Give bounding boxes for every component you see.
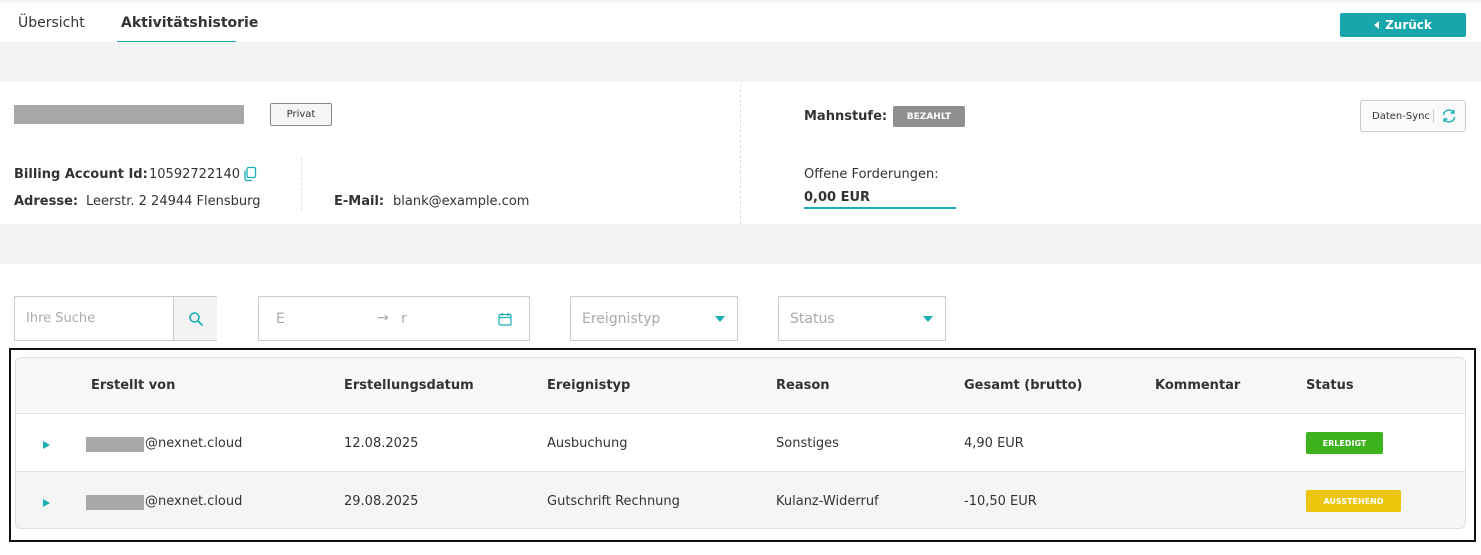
status-badge: AUSSTEHEND bbox=[1306, 490, 1401, 512]
date-cell: 12.08.2025 bbox=[344, 436, 419, 451]
column-header-total[interactable]: Gesamt (brutto) bbox=[964, 378, 1083, 393]
table-row[interactable]: @nexnet.cloud 29.08.2025 Gutschrift Rech… bbox=[16, 472, 1465, 528]
date-range-picker[interactable]: E → r bbox=[258, 296, 530, 341]
chevron-down-icon bbox=[923, 316, 933, 322]
back-button-label: Zurück bbox=[1385, 18, 1432, 32]
caret-left-icon bbox=[1374, 21, 1380, 29]
event-type-placeholder: Ereignistyp bbox=[582, 311, 661, 327]
date-end-placeholder: r bbox=[401, 311, 407, 327]
mahnstufe-label: Mahnstufe: bbox=[804, 109, 888, 124]
divider bbox=[740, 84, 741, 224]
divider bbox=[301, 158, 302, 210]
total-cell: -10,50 EUR bbox=[964, 494, 1037, 509]
section-spacer bbox=[0, 224, 1481, 264]
column-header-reason[interactable]: Reason bbox=[776, 378, 830, 393]
billing-id-value: 10592722140 bbox=[149, 167, 240, 182]
tab-activity-history[interactable]: Aktivitätshistorie bbox=[121, 15, 258, 31]
reason-cell: Kulanz-Widerruf bbox=[776, 494, 879, 509]
search-button[interactable] bbox=[173, 297, 217, 340]
search-field bbox=[14, 296, 217, 341]
column-header-comment[interactable]: Kommentar bbox=[1155, 378, 1240, 393]
column-header-created-by[interactable]: Erstellt von bbox=[91, 378, 175, 393]
data-sync-button[interactable]: Daten-Sync bbox=[1360, 100, 1466, 132]
back-button[interactable]: Zurück bbox=[1340, 13, 1466, 37]
search-icon bbox=[188, 311, 203, 326]
address-value: Leerstr. 2 24944 Flensburg bbox=[86, 194, 261, 209]
tab-overview[interactable]: Übersicht bbox=[18, 15, 85, 31]
open-claims-underline bbox=[804, 207, 956, 209]
data-sync-label: Daten-Sync bbox=[1372, 110, 1430, 122]
status-placeholder: Status bbox=[790, 311, 835, 327]
open-claims-value: 0,00 EUR bbox=[804, 190, 871, 205]
account-type-badge: Privat bbox=[270, 103, 332, 126]
copy-icon[interactable] bbox=[242, 166, 258, 182]
tab-bar: Übersicht Aktivitätshistorie Zurück bbox=[0, 0, 1481, 44]
redacted-username bbox=[86, 437, 144, 452]
expand-row-icon[interactable] bbox=[43, 441, 50, 449]
table-row[interactable]: @nexnet.cloud 12.08.2025 Ausbuchung Sons… bbox=[16, 414, 1465, 472]
created-by-cell: @nexnet.cloud bbox=[145, 494, 243, 509]
status-select[interactable]: Status bbox=[778, 296, 946, 341]
date-start-placeholder: E bbox=[276, 311, 285, 327]
event-type-select[interactable]: Ereignistyp bbox=[570, 296, 738, 341]
email-label: E-Mail: bbox=[334, 194, 385, 209]
date-range-arrow: → bbox=[377, 310, 389, 326]
activity-table: Erstellt von Erstellungsdatum Ereignisty… bbox=[15, 357, 1466, 529]
column-header-date[interactable]: Erstellungsdatum bbox=[344, 378, 474, 393]
column-header-event-type[interactable]: Ereignistyp bbox=[547, 378, 630, 393]
calendar-icon bbox=[498, 313, 512, 326]
email-value: blank@example.com bbox=[393, 194, 530, 209]
chevron-down-icon bbox=[715, 316, 725, 322]
redacted-username bbox=[86, 495, 144, 510]
billing-id-label: Billing Account Id: bbox=[14, 167, 148, 182]
expand-row-icon[interactable] bbox=[43, 499, 50, 507]
section-spacer bbox=[0, 42, 1481, 82]
event-type-cell: Ausbuchung bbox=[547, 436, 628, 451]
redacted-account-name bbox=[14, 105, 244, 124]
date-cell: 29.08.2025 bbox=[344, 494, 419, 509]
total-cell: 4,90 EUR bbox=[964, 436, 1024, 451]
refresh-icon bbox=[1434, 108, 1465, 124]
open-claims-label: Offene Forderungen: bbox=[804, 167, 939, 182]
reason-cell: Sonstiges bbox=[776, 436, 839, 451]
status-badge: ERLEDIGT bbox=[1306, 432, 1383, 454]
table-header: Erstellt von Erstellungsdatum Ereignisty… bbox=[16, 358, 1465, 414]
address-label: Adresse: bbox=[14, 194, 79, 209]
created-by-cell: @nexnet.cloud bbox=[145, 436, 243, 451]
event-type-cell: Gutschrift Rechnung bbox=[547, 494, 680, 509]
mahnstufe-badge: BEZAHLT bbox=[893, 106, 965, 127]
search-input[interactable] bbox=[15, 297, 173, 340]
column-header-status[interactable]: Status bbox=[1306, 378, 1354, 393]
